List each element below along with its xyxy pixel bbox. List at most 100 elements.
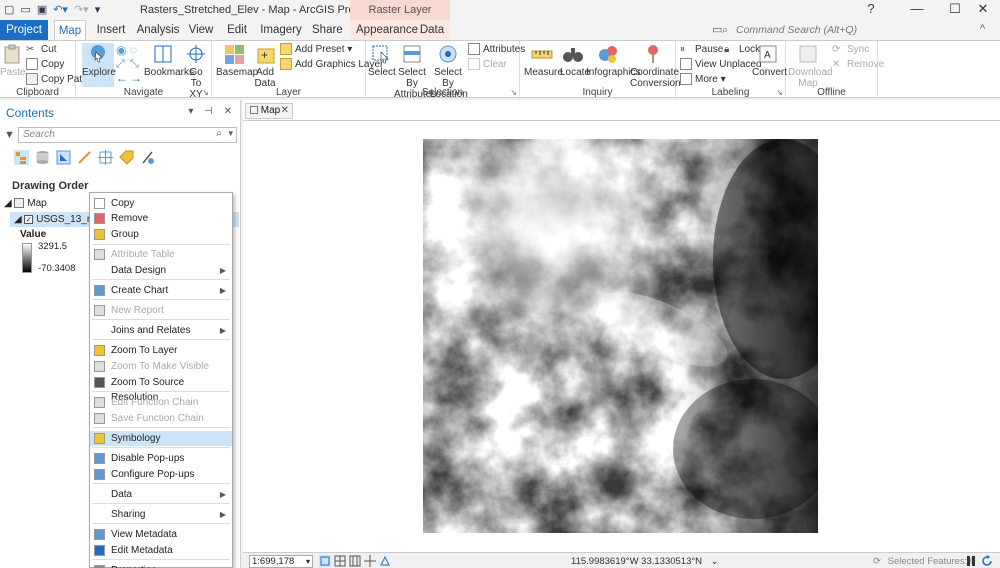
- map-scale-select[interactable]: 1:699,178 ▾: [249, 555, 313, 568]
- more-labeling-button[interactable]: More ▾: [680, 73, 726, 87]
- locate-button[interactable]: Locate: [560, 43, 590, 78]
- cut-button[interactable]: ✂ Cut: [26, 43, 57, 57]
- add-data-button[interactable]: + Add Data: [252, 43, 278, 89]
- attributes-button[interactable]: Attributes: [468, 43, 525, 57]
- menu-item-joins-and-relates[interactable]: Joins and Relates ▶: [90, 323, 232, 338]
- menu-item-disable-pop-ups[interactable]: Disable Pop-ups: [90, 451, 232, 466]
- previous-extent-icon[interactable]: ←: [116, 71, 128, 85]
- fixed-zoom-icon[interactable]: ◌: [130, 43, 137, 57]
- menu-item-remove[interactable]: Remove: [90, 211, 232, 226]
- menu-item-configure-pop-ups[interactable]: Configure Pop-ups: [90, 467, 232, 482]
- view-unplaced-button[interactable]: View Unplaced: [680, 58, 762, 72]
- tab-data[interactable]: Data: [418, 20, 446, 40]
- add-preset-button[interactable]: Add Preset ▾: [280, 43, 352, 57]
- tab-analysis[interactable]: Analysis: [136, 20, 180, 40]
- collapse-map-icon[interactable]: ◢: [4, 198, 12, 209]
- labeling-view-icon[interactable]: [119, 150, 134, 165]
- layer-visibility-checkbox[interactable]: ✓: [24, 214, 34, 224]
- coordinate-conversion-button[interactable]: Coordinate Conversion: [630, 43, 681, 89]
- filter-icon[interactable]: ▼: [4, 129, 15, 141]
- selection-view-icon[interactable]: [56, 150, 71, 165]
- charts-view-icon[interactable]: [140, 150, 155, 165]
- collapse-ribbon-icon[interactable]: ^: [980, 23, 985, 35]
- map-canvas[interactable]: [243, 120, 1000, 552]
- tab-edit[interactable]: Edit: [224, 20, 250, 40]
- explore-button[interactable]: Explore: [82, 43, 116, 87]
- tab-imagery[interactable]: Imagery: [260, 20, 302, 40]
- clear-selection-button[interactable]: Clear: [468, 58, 507, 72]
- table-grid-icon[interactable]: [349, 555, 361, 567]
- labeling-launcher-icon[interactable]: ↘: [776, 88, 783, 97]
- convert-button[interactable]: A Convert: [752, 43, 787, 78]
- editing-view-icon[interactable]: [77, 150, 92, 165]
- menu-item-view-metadata[interactable]: View Metadata: [90, 527, 232, 542]
- refresh-icon[interactable]: ⟳: [873, 556, 881, 567]
- elevation-raster[interactable]: [423, 139, 818, 533]
- collapse-layer-icon[interactable]: ◢: [14, 214, 22, 225]
- refresh-map-icon[interactable]: [981, 555, 993, 567]
- customize-qat-icon[interactable]: ▾: [95, 2, 101, 18]
- infographics-button[interactable]: Infographics: [586, 43, 640, 78]
- menu-item-properties[interactable]: Properties: [90, 563, 232, 568]
- new-project-icon[interactable]: ▢: [4, 2, 14, 18]
- drawing-order-icon[interactable]: [14, 150, 29, 165]
- close-icon[interactable]: ✕: [281, 104, 289, 118]
- tab-insert[interactable]: Insert: [94, 20, 128, 40]
- basemap-button[interactable]: Basemap: [216, 43, 258, 78]
- menu-item-zoom-to-layer[interactable]: Zoom To Layer: [90, 343, 232, 358]
- scale-options-icon[interactable]: [319, 555, 331, 567]
- map-view-tab[interactable]: Map ✕: [245, 103, 293, 119]
- minimize-button[interactable]: —: [900, 0, 934, 20]
- copy-button[interactable]: Copy: [26, 58, 64, 72]
- coordinate-format-chevron-icon[interactable]: ⌄: [711, 556, 719, 567]
- tab-appearance[interactable]: Appearance: [356, 20, 418, 40]
- close-window-button[interactable]: ✕: [966, 0, 1000, 20]
- remove-offline-button[interactable]: ✕ Remove: [832, 58, 884, 72]
- full-extent-icon[interactable]: ◉: [116, 43, 126, 57]
- select-icon: [372, 45, 389, 64]
- tab-view[interactable]: View: [188, 20, 214, 40]
- help-button[interactable]: ?: [854, 0, 888, 20]
- learning-icon[interactable]: ▭: [712, 23, 722, 36]
- select-button[interactable]: Select: [368, 43, 396, 78]
- next-extent-icon[interactable]: →: [130, 71, 142, 85]
- menu-item-symbology[interactable]: Symbology: [90, 431, 232, 446]
- menu-item-data-design[interactable]: Data Design ▶: [90, 263, 232, 278]
- contents-pane-controls[interactable]: ▾ ⊣ ✕: [188, 106, 236, 117]
- navigate-launcher-icon[interactable]: ↘: [202, 88, 209, 97]
- menu-item-create-chart[interactable]: Create Chart ▶: [90, 283, 232, 298]
- pause-labeling-button[interactable]: ⏸ Pause: [680, 43, 723, 57]
- tab-map[interactable]: Map: [54, 20, 86, 40]
- zoom-out-icon[interactable]: ⤡: [130, 57, 139, 71]
- snapping-view-icon[interactable]: [98, 150, 113, 165]
- save-icon[interactable]: ▣: [37, 2, 47, 18]
- menu-item-group[interactable]: Group: [90, 227, 232, 242]
- grid-icon[interactable]: [334, 555, 346, 567]
- menu-item-sharing[interactable]: Sharing ▶: [90, 507, 232, 522]
- open-icon[interactable]: ▭: [20, 2, 30, 18]
- menu-item-zoom-to-source-resolution[interactable]: Zoom To Source Resolution: [90, 375, 232, 403]
- menu-item-copy[interactable]: Copy: [90, 196, 232, 211]
- zoom-in-icon[interactable]: ⤢: [116, 57, 125, 71]
- paste-button[interactable]: Paste: [0, 43, 26, 78]
- undo-icon[interactable]: ↶▾: [53, 2, 68, 18]
- data-source-icon[interactable]: [35, 150, 50, 165]
- chevron-down-icon[interactable]: ▾: [228, 128, 233, 139]
- map-tree-node[interactable]: ◢ Map: [4, 198, 47, 209]
- sync-button[interactable]: ⟳ Sync: [832, 43, 869, 57]
- download-map-button[interactable]: Download Map: [788, 43, 832, 89]
- rotation-icon[interactable]: [379, 555, 391, 567]
- contents-search-input[interactable]: Search ⌕ ▾: [18, 127, 237, 143]
- tab-project[interactable]: Project: [0, 20, 48, 40]
- sync-icon: ⟳: [832, 44, 841, 56]
- menu-item-data[interactable]: Data ▶: [90, 487, 232, 502]
- snapping-icon[interactable]: [364, 555, 376, 567]
- measure-button[interactable]: Measure: [524, 43, 563, 78]
- pause-drawing-icon[interactable]: [965, 555, 977, 567]
- selection-launcher-icon[interactable]: ↘: [510, 88, 517, 97]
- menu-item-edit-metadata[interactable]: Edit Metadata: [90, 543, 232, 558]
- command-search-input[interactable]: ⌕ Command Search (Alt+Q): [722, 22, 872, 38]
- redo-icon[interactable]: ↷▾: [74, 2, 89, 18]
- tab-share[interactable]: Share: [312, 20, 343, 40]
- bookmarks-button[interactable]: Bookmarks: [144, 43, 194, 78]
